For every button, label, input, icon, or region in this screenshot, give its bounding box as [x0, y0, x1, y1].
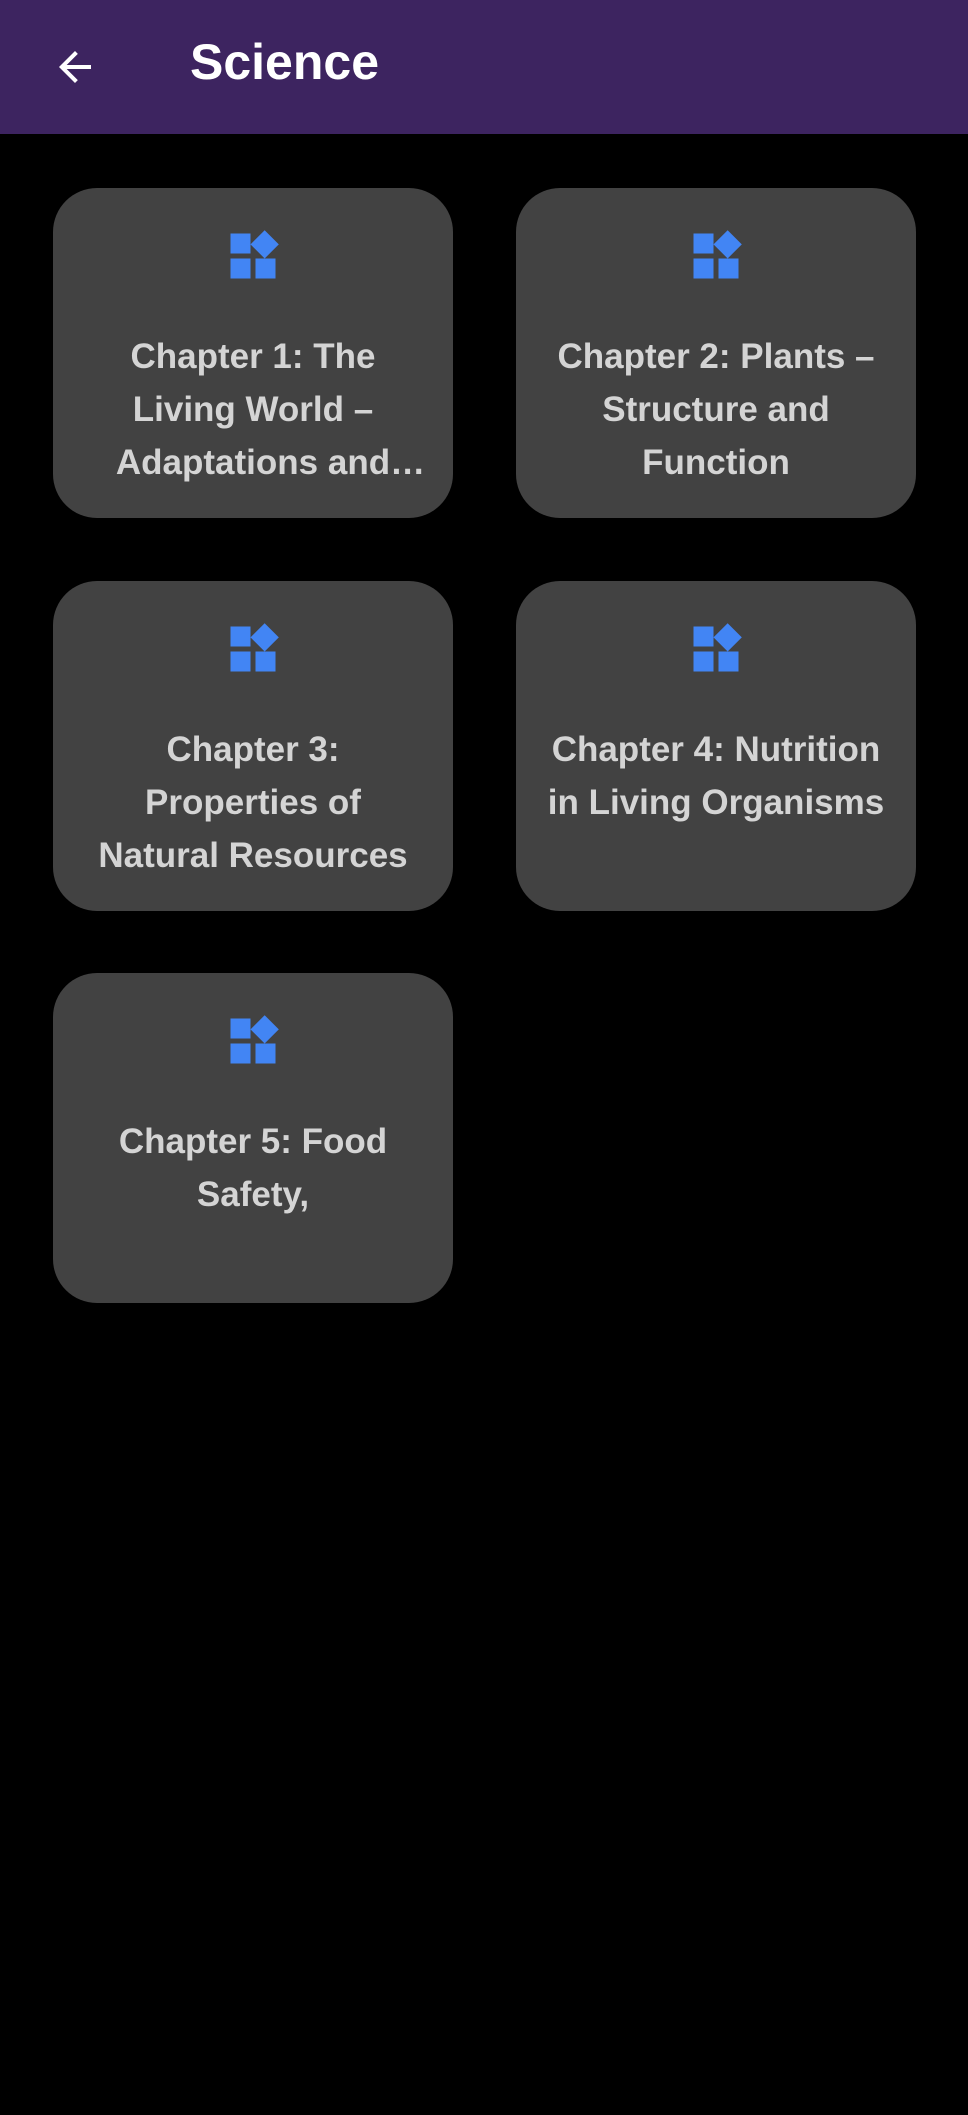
- chapter-title: Chapter 5: Food Safety,: [118, 1122, 388, 1214]
- chapter-card-2[interactable]: Chapter 2: Plants – Structure and Functi…: [516, 188, 916, 518]
- page-title: Science: [190, 34, 380, 90]
- back-button[interactable]: [30, 22, 120, 112]
- chapter-title: Chapter 4: Nutrition in Living Organisms: [547, 730, 885, 822]
- arrow-back-icon: [59, 51, 91, 83]
- widgets-icon: [230, 230, 279, 279]
- chapter-card-1[interactable]: Chapter 1: The Living World – Adaptation…: [53, 188, 453, 518]
- chapter-card-5[interactable]: Chapter 5: Food Safety,: [53, 973, 453, 1303]
- app-bar: Science: [0, 0, 968, 134]
- chapter-card-3[interactable]: Chapter 3: Properties of Natural Resourc…: [53, 581, 453, 911]
- widgets-icon: [230, 1015, 279, 1064]
- widgets-icon: [230, 623, 279, 672]
- widgets-icon: [693, 623, 742, 672]
- chapter-title: Chapter 3: Properties of Natural Resourc…: [98, 730, 408, 875]
- widgets-icon: [693, 230, 742, 279]
- chapter-title: Chapter 2: Plants – Structure and Functi…: [557, 337, 875, 482]
- chapter-title: Chapter 1: The Living World – Adaptation…: [115, 337, 391, 482]
- chapter-card-4[interactable]: Chapter 4: Nutrition in Living Organisms: [516, 581, 916, 911]
